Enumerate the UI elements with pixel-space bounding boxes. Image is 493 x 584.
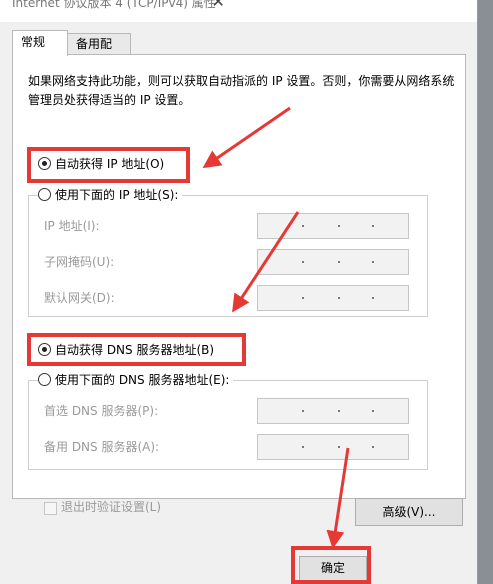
preferred-dns-label: 首选 DNS 服务器(P): bbox=[44, 404, 159, 418]
preferred-dns-input[interactable] bbox=[257, 398, 409, 424]
ok-button[interactable]: 确定 bbox=[299, 556, 367, 580]
default-gateway-input[interactable] bbox=[257, 285, 409, 311]
window-title: Internet 协议版本 4 (TCP/IPv4) 属性 bbox=[12, 0, 216, 10]
validate-label: 退出时验证设置(L) bbox=[61, 500, 162, 514]
close-icon[interactable]: ✕ bbox=[212, 0, 225, 11]
title-bar: Internet 协议版本 4 (TCP/IPv4) 属性 ✕ bbox=[0, 0, 477, 22]
auto-dns-label: 自动获得 DNS 服务器地址(B) bbox=[55, 343, 215, 357]
subnet-mask-label: 子网掩码(U): bbox=[44, 255, 115, 269]
manual-ip-label: 使用下面的 IP 地址(S): bbox=[55, 188, 179, 202]
alternate-dns-label: 备用 DNS 服务器(A): bbox=[44, 440, 160, 454]
subnet-mask-input[interactable] bbox=[257, 249, 409, 275]
auto-dns-radio[interactable] bbox=[38, 343, 51, 356]
auto-ip-label: 自动获得 IP 地址(O) bbox=[55, 157, 165, 171]
auto-ip-radio[interactable] bbox=[38, 157, 51, 170]
alternate-dns-input[interactable] bbox=[257, 434, 409, 460]
auto-dns-option[interactable]: 自动获得 DNS 服务器地址(B) bbox=[38, 342, 214, 358]
manual-ip-radio[interactable] bbox=[38, 188, 51, 201]
tab-general[interactable]: 常规 bbox=[12, 30, 68, 56]
ipv4-properties-dialog: Internet 协议版本 4 (TCP/IPv4) 属性 ✕ 常规 备用配置 … bbox=[0, 0, 478, 584]
ip-address-input[interactable] bbox=[257, 213, 409, 239]
ip-address-label: IP 地址(I): bbox=[44, 219, 100, 233]
tab-alternate-configuration[interactable]: 备用配置 bbox=[67, 33, 131, 71]
manual-dns-radio[interactable] bbox=[38, 373, 51, 386]
manual-dns-option[interactable]: 使用下面的 DNS 服务器地址(E): bbox=[38, 372, 234, 388]
advanced-button[interactable]: 高级(V)... bbox=[355, 498, 463, 526]
default-gateway-label: 默认网关(D): bbox=[44, 291, 115, 305]
validate-checkbox[interactable] bbox=[44, 502, 57, 515]
auto-ip-option[interactable]: 自动获得 IP 地址(O) bbox=[38, 156, 164, 172]
manual-dns-label: 使用下面的 DNS 服务器地址(E): bbox=[55, 373, 230, 387]
manual-ip-option[interactable]: 使用下面的 IP 地址(S): bbox=[38, 187, 183, 203]
description-text: 如果网络支持此功能，则可以获取自动指派的 IP 设置。否则，你需要从网络系统管理… bbox=[28, 74, 455, 107]
